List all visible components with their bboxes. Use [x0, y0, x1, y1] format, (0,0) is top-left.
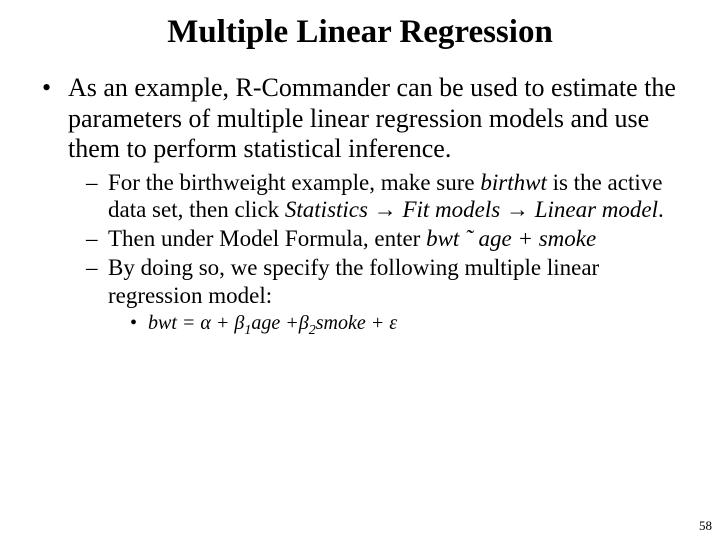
sub2-formula: bwt ˜ age + smoke [426, 226, 596, 251]
eq-bwt: bwt = [148, 312, 200, 334]
sub-bullet-list: For the birthweight example, make sure b… [86, 169, 690, 339]
eq-epsilon: ε [389, 312, 397, 334]
eq-alpha: α [200, 312, 211, 334]
slide: Multiple Linear Regression As an example… [0, 0, 720, 540]
arrow-icon-2: → [506, 196, 529, 222]
equation-list: bwt = α + β1age +β2smoke + ε [130, 311, 690, 340]
sub1-linear-model: Linear model [535, 197, 658, 222]
bullet-list: As an example, R-Commander can be used t… [38, 73, 690, 339]
equation-bullet: bwt = α + β1age +β2smoke + ε [130, 311, 690, 340]
eq-beta2: β [299, 312, 309, 334]
slide-title: Multiple Linear Regression [30, 14, 690, 51]
sub1-birthwt: birthwt [480, 170, 546, 195]
sub1-statistics: Statistics [285, 197, 368, 222]
sub1-part-a: For the birthweight example, make sure [108, 170, 480, 195]
eq-sub2: 2 [309, 323, 316, 338]
sub-bullet-3: By doing so, we specify the following mu… [86, 254, 690, 339]
eq-smoke: smoke + [316, 312, 389, 334]
eq-plus1: + [211, 312, 235, 334]
bullet-1: As an example, R-Commander can be used t… [38, 73, 690, 339]
page-number: 58 [699, 518, 712, 534]
arrow-icon-1: → [374, 196, 397, 222]
sub-bullet-2: Then under Model Formula, enter bwt ˜ ag… [86, 225, 690, 252]
eq-beta1: β [234, 312, 244, 334]
sub1-fit-models: Fit models [402, 197, 500, 222]
sub1-period: . [658, 197, 664, 222]
sub-bullet-1: For the birthweight example, make sure b… [86, 169, 690, 223]
eq-age: age + [251, 312, 298, 334]
sub3-text: By doing so, we specify the following mu… [108, 255, 599, 307]
bullet-1-text: As an example, R-Commander can be used t… [68, 73, 676, 163]
sub2-part-a: Then under Model Formula, enter [108, 226, 426, 251]
